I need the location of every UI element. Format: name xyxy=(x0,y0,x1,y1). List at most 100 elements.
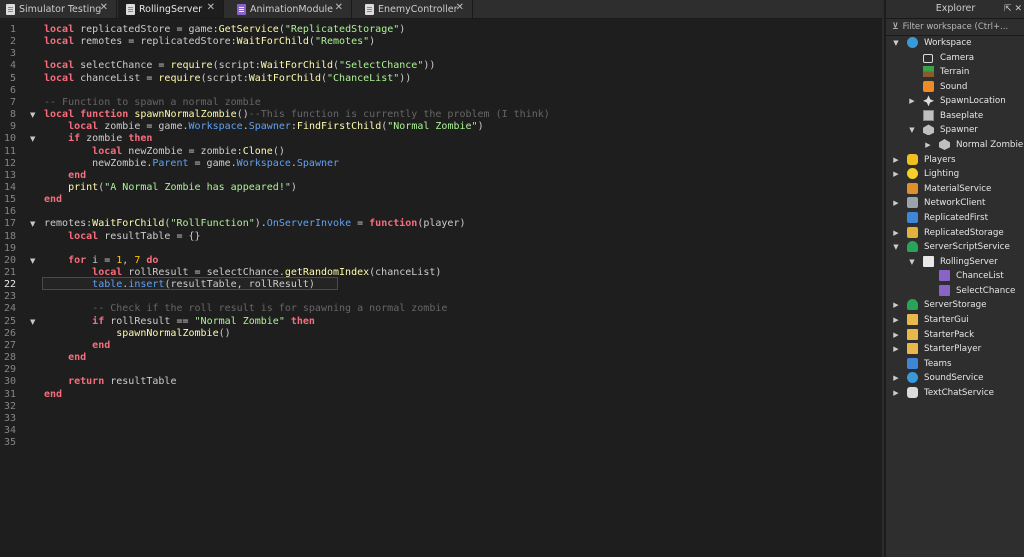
close-icon[interactable]: ✕ xyxy=(100,2,108,13)
explorer-item-rollingserver[interactable]: ▼ RollingServer xyxy=(886,255,1024,269)
explorer-item-textchatservice[interactable]: ▶ TextChatService xyxy=(886,386,1024,400)
fold-arrow-icon[interactable]: ▼ xyxy=(30,218,35,230)
explorer-item-replicatedfirst[interactable]: ReplicatedFirst xyxy=(886,211,1024,225)
explorer-item-normal-zombie[interactable]: ▶ Normal Zombie xyxy=(886,138,1024,152)
explorer-item-starterplayer[interactable]: ▶ StarterPlayer xyxy=(886,342,1024,356)
code-token: "SelectChance" xyxy=(339,60,424,72)
code-token: return xyxy=(68,376,105,388)
fold-arrow-icon[interactable]: ▼ xyxy=(30,133,35,145)
fold-arrow-icon[interactable]: ▼ xyxy=(30,109,35,121)
explorer-item-serverstorage[interactable]: ▶ ServerStorage xyxy=(886,298,1024,312)
server-storage-icon xyxy=(907,299,918,311)
expand-arrow-icon[interactable]: ▶ xyxy=(908,97,916,105)
code-token: resultTable = {} xyxy=(98,230,201,242)
explorer-item-sound[interactable]: Sound xyxy=(886,80,1024,94)
collapse-arrow-icon[interactable]: ▼ xyxy=(892,39,900,47)
expand-arrow-icon[interactable]: ▶ xyxy=(892,170,900,178)
tab-rolling-server[interactable]: RollingServer ✕ xyxy=(118,0,224,18)
tab-animation-module[interactable]: AnimationModule ✕ xyxy=(225,0,352,18)
explorer-item-teams[interactable]: Teams xyxy=(886,357,1024,371)
explorer-item-label: Teams xyxy=(924,358,952,369)
code-token: local xyxy=(68,121,99,133)
module-script-icon xyxy=(237,3,246,15)
code-token: (resultTable, rollResult) xyxy=(164,279,315,291)
code-token: replicatedStore = game: xyxy=(74,24,219,35)
line-number: 30 xyxy=(3,376,16,388)
tab-enemy-controller[interactable]: EnemyController ✕ xyxy=(353,0,473,18)
close-icon[interactable]: ✕ xyxy=(207,2,215,13)
explorer-item-workspace[interactable]: ▼ Workspace xyxy=(886,36,1024,50)
explorer-item-label: TextChatService xyxy=(924,387,994,398)
code-token: local xyxy=(44,36,75,48)
explorer-item-selectchance[interactable]: SelectChance xyxy=(886,284,1024,298)
collapse-arrow-icon[interactable]: ▼ xyxy=(908,258,916,266)
code-token: (script: xyxy=(200,72,249,84)
close-icon[interactable]: ✕ xyxy=(335,2,343,13)
explorer-item-label: SelectChance xyxy=(956,285,1016,296)
script-editor[interactable]: 1 2 3 4 5 6 7 8 ▼ 9 10 ▼ 11 12 13 14 15 16 17 ▼ 18 19 20 ▼ 21 22 2… xyxy=(0,19,884,557)
collapse-arrow-icon[interactable]: ▼ xyxy=(892,243,900,251)
code-line: local replicatedStore = game:GetService(… xyxy=(44,24,405,36)
code-token: WaitForChild xyxy=(260,60,334,72)
explorer-item-label: MaterialService xyxy=(924,183,992,194)
expand-arrow-icon[interactable]: ▶ xyxy=(892,331,900,339)
explorer-item-networkclient[interactable]: ▶ NetworkClient xyxy=(886,196,1024,210)
code-line: remotes:WaitForChild("RollFunction").OnS… xyxy=(44,218,466,230)
script-icon xyxy=(923,255,934,267)
explorer-item-label: Workspace xyxy=(924,38,972,48)
expand-arrow-icon[interactable]: ▶ xyxy=(892,229,900,237)
explorer-item-label: SoundService xyxy=(924,373,984,384)
code-token: selectChance = xyxy=(74,60,171,72)
explorer-item-spawner[interactable]: ▼ Spawner xyxy=(886,123,1024,137)
fold-arrow-icon[interactable]: ▼ xyxy=(30,316,35,328)
editor-scrollbar[interactable] xyxy=(882,0,884,557)
expand-arrow-icon[interactable]: ▶ xyxy=(892,345,900,353)
expand-arrow-icon[interactable]: ▶ xyxy=(892,389,900,397)
expand-arrow-icon[interactable]: ▶ xyxy=(892,156,900,164)
line-number-gutter: 1 2 3 4 5 6 7 8 ▼ 9 10 ▼ 11 12 13 14 15 16 17 ▼ 18 19 20 ▼ 21 22 2… xyxy=(0,19,42,557)
code-token: OnServerInvoke xyxy=(266,218,352,230)
expand-arrow-icon[interactable]: ▶ xyxy=(892,316,900,324)
explorer-item-replicatedstorage[interactable]: ▶ ReplicatedStorage xyxy=(886,226,1024,240)
explorer-item-soundservice[interactable]: ▶ SoundService xyxy=(886,371,1024,385)
tab-label: AnimationModule xyxy=(250,3,333,15)
explorer-item-camera[interactable]: Camera xyxy=(886,51,1024,65)
explorer-item-lighting[interactable]: ▶ Lighting xyxy=(886,167,1024,181)
expand-arrow-icon[interactable]: ▶ xyxy=(892,301,900,309)
expand-arrow-icon[interactable]: ▶ xyxy=(892,199,900,207)
code-line: end xyxy=(44,170,86,182)
explorer-item-label: ServerScriptService xyxy=(924,242,1010,253)
expand-arrow-icon[interactable]: ▶ xyxy=(892,374,900,382)
explorer-item-label: Lighting xyxy=(924,169,960,180)
explorer-filter-input[interactable]: ⊻ Filter workspace (Ctrl+... xyxy=(886,19,1024,36)
line-number: 15 xyxy=(3,194,16,206)
code-token: require xyxy=(170,60,213,72)
explorer-item-terrain[interactable]: Terrain xyxy=(886,65,1024,79)
code-token: i = xyxy=(86,254,117,266)
code-line: local chanceList = require(script:WaitFo… xyxy=(44,73,411,85)
tab-simulator-testing[interactable]: Simulator Testing ✕ xyxy=(0,0,117,18)
explorer-item-chancelist[interactable]: ChanceList xyxy=(886,269,1024,283)
code-token: require xyxy=(158,72,201,84)
code-line: spawnNormalZombie() xyxy=(44,328,230,340)
explorer-item-baseplate[interactable]: Baseplate xyxy=(886,109,1024,123)
camera-icon xyxy=(923,53,933,63)
explorer-item-players[interactable]: ▶ Players xyxy=(886,153,1024,167)
explorer-item-spawnlocation[interactable]: ▶ SpawnLocation xyxy=(886,94,1024,108)
code-token: local xyxy=(44,72,75,84)
explorer-item-startergui[interactable]: ▶ StarterGui xyxy=(886,313,1024,327)
players-icon xyxy=(907,153,918,165)
explorer-item-label: Spawner xyxy=(940,125,978,136)
network-client-icon xyxy=(907,197,918,209)
explorer-item-starterpack[interactable]: ▶ StarterPack xyxy=(886,328,1024,342)
expand-arrow-icon[interactable]: ▶ xyxy=(924,141,932,149)
explorer-item-serverscriptservice[interactable]: ▼ ServerScriptService xyxy=(886,240,1024,254)
fold-arrow-icon[interactable]: ▼ xyxy=(30,255,35,267)
explorer-item-materialservice[interactable]: MaterialService xyxy=(886,182,1024,196)
collapse-arrow-icon[interactable]: ▼ xyxy=(908,126,916,134)
replicated-first-icon xyxy=(907,211,918,223)
close-icon[interactable]: ✕ xyxy=(456,2,464,13)
panel-controls-icon[interactable]: ⇱ ✕ xyxy=(1004,0,1022,18)
